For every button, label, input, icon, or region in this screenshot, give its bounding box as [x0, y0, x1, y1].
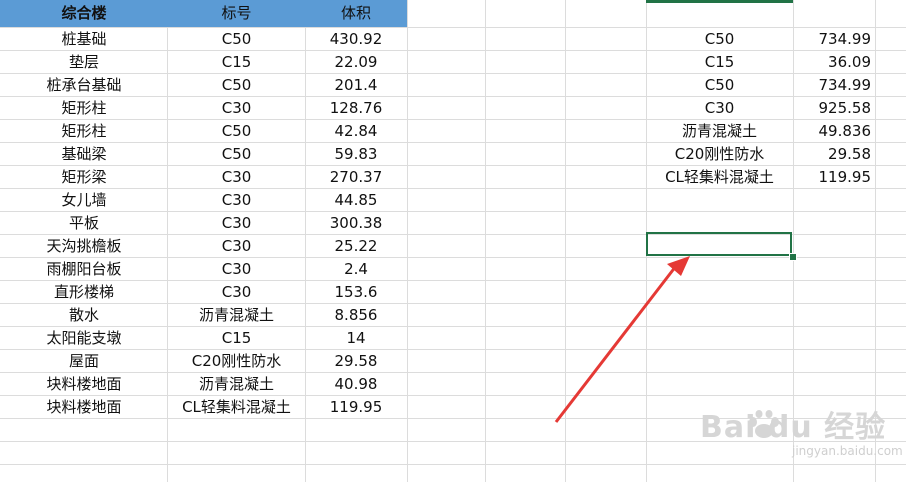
watermark-logo: Bai du 经验	[700, 410, 887, 445]
watermark-url: jingyan.baidu.com	[792, 444, 903, 458]
arrow-shaft	[554, 265, 678, 423]
